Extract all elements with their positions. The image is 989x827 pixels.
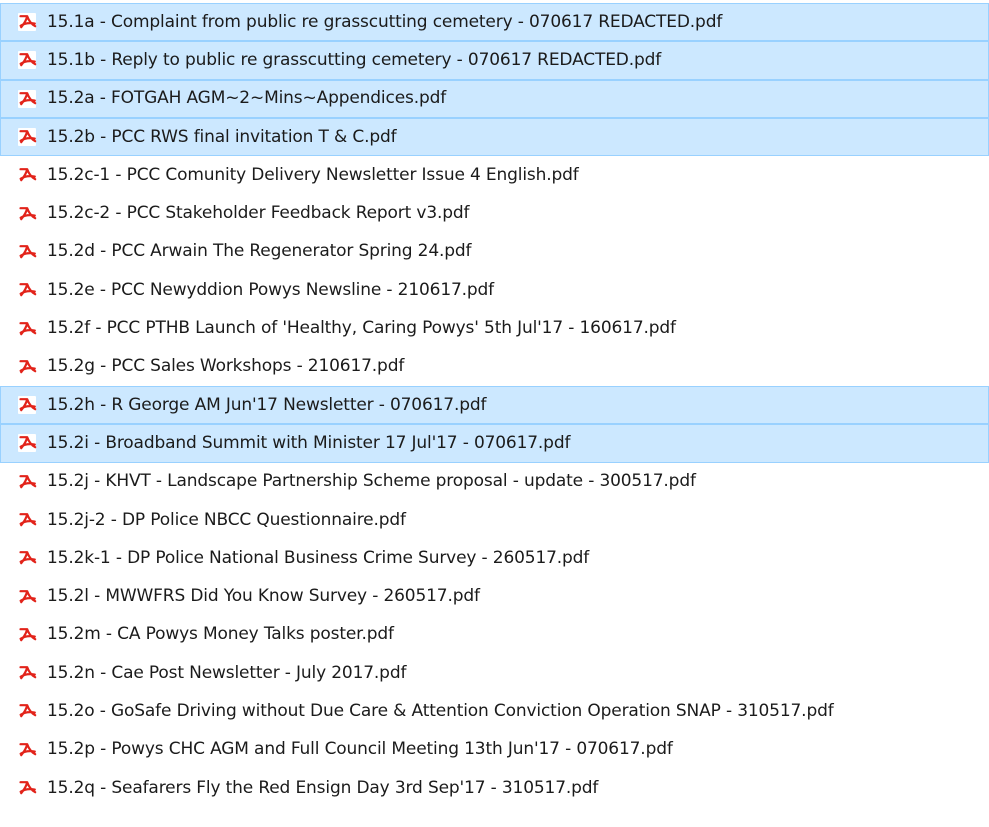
pdf-file-icon	[18, 549, 37, 568]
file-item[interactable]: 15.2i - Broadband Summit with Minister 1…	[0, 424, 989, 463]
file-item[interactable]: 15.1b - Reply to public re grasscutting …	[0, 41, 989, 80]
file-name: 15.2b - PCC RWS final invitation T & C.p…	[47, 126, 397, 147]
file-name: 15.2q - Seafarers Fly the Red Ensign Day…	[47, 777, 599, 798]
file-item[interactable]: 15.2c-2 - PCC Stakeholder Feedback Repor…	[0, 194, 989, 232]
file-name: 15.2j - KHVT - Landscape Partnership Sch…	[47, 471, 696, 492]
pdf-file-icon	[18, 396, 37, 415]
pdf-file-icon	[18, 664, 37, 683]
file-name: 15.1a - Complaint from public re grasscu…	[47, 11, 723, 32]
pdf-file-icon	[18, 51, 37, 70]
pdf-file-icon	[18, 779, 37, 798]
pdf-file-icon	[18, 357, 37, 376]
file-name: 15.1b - Reply to public re grasscutting …	[47, 49, 662, 70]
file-item[interactable]: 15.2o - GoSafe Driving without Due Care …	[0, 692, 989, 730]
pdf-file-icon	[18, 242, 37, 261]
file-name: 15.2n - Cae Post Newsletter - July 2017.…	[47, 662, 407, 683]
pdf-file-icon	[18, 472, 37, 491]
pdf-file-icon	[18, 587, 37, 606]
file-name: 15.2f - PCC PTHB Launch of 'Healthy, Car…	[47, 318, 676, 339]
pdf-file-icon	[18, 702, 37, 721]
file-item[interactable]: 15.2a - FOTGAH AGM~2~Mins~Appendices.pdf	[0, 79, 989, 118]
file-name: 15.2k-1 - DP Police National Business Cr…	[47, 547, 590, 568]
file-item[interactable]: 15.2q - Seafarers Fly the Red Ensign Day…	[0, 769, 989, 807]
pdf-file-icon	[18, 89, 37, 108]
file-item[interactable]: 15.2f - PCC PTHB Launch of 'Healthy, Car…	[0, 309, 989, 347]
file-name: 15.2a - FOTGAH AGM~2~Mins~Appendices.pdf	[47, 88, 447, 109]
file-name: 15.2j-2 - DP Police NBCC Questionnaire.p…	[47, 509, 406, 530]
pdf-file-icon	[18, 511, 37, 529]
file-item[interactable]: 15.2j-2 - DP Police NBCC Questionnaire.p…	[0, 501, 989, 539]
file-name: 15.2e - PCC Newyddion Powys Newsline - 2…	[47, 279, 495, 300]
file-name: 15.2p - Powys CHC AGM and Full Council M…	[47, 739, 673, 760]
file-item[interactable]: 15.2d - PCC Arwain The Regenerator Sprin…	[0, 233, 989, 271]
pdf-file-icon	[18, 128, 37, 147]
file-name: 15.2g - PCC Sales Workshops - 210617.pdf	[47, 356, 405, 377]
file-item[interactable]: 15.2g - PCC Sales Workshops - 210617.pdf	[0, 348, 989, 386]
file-item[interactable]: 15.2h - R George AM Jun'17 Newsletter - …	[0, 385, 989, 425]
pdf-file-icon	[18, 13, 37, 32]
file-item[interactable]: 15.2m - CA Powys Money Talks poster.pdf	[0, 616, 989, 654]
pdf-file-icon	[18, 166, 37, 185]
file-item[interactable]: 15.2e - PCC Newyddion Powys Newsline - 2…	[0, 271, 989, 309]
pdf-file-icon	[18, 625, 37, 644]
file-item[interactable]: 15.2k-1 - DP Police National Business Cr…	[0, 539, 989, 577]
file-name: 15.2o - GoSafe Driving without Due Care …	[47, 700, 834, 721]
pdf-file-icon	[18, 319, 37, 338]
file-item[interactable]: 15.2n - Cae Post Newsletter - July 2017.…	[0, 654, 989, 692]
file-item[interactable]: 15.2b - PCC RWS final invitation T & C.p…	[0, 117, 989, 157]
file-name: 15.2m - CA Powys Money Talks poster.pdf	[47, 624, 394, 645]
file-item[interactable]: 15.2c-1 - PCC Comunity Delivery Newslett…	[0, 156, 989, 194]
pdf-file-icon	[18, 740, 37, 759]
file-item[interactable]: 15.2l - MWWFRS Did You Know Survey - 260…	[0, 577, 989, 615]
file-name: 15.2h - R George AM Jun'17 Newsletter - …	[47, 394, 487, 415]
file-list: 15.1a - Complaint from public re grasscu…	[0, 0, 989, 827]
pdf-file-icon	[18, 434, 37, 453]
file-name: 15.2d - PCC Arwain The Regenerator Sprin…	[47, 241, 472, 262]
file-name: 15.2c-2 - PCC Stakeholder Feedback Repor…	[47, 203, 470, 224]
pdf-file-icon	[18, 204, 37, 223]
file-item[interactable]: 15.2p - Powys CHC AGM and Full Council M…	[0, 731, 989, 769]
file-name: 15.2c-1 - PCC Comunity Delivery Newslett…	[47, 164, 579, 185]
file-name: 15.2l - MWWFRS Did You Know Survey - 260…	[47, 586, 480, 607]
file-item[interactable]: 15.1a - Complaint from public re grasscu…	[0, 3, 989, 42]
file-name: 15.2i - Broadband Summit with Minister 1…	[47, 432, 571, 453]
file-item[interactable]: 15.2j - KHVT - Landscape Partnership Sch…	[0, 463, 989, 501]
pdf-file-icon	[18, 281, 37, 300]
